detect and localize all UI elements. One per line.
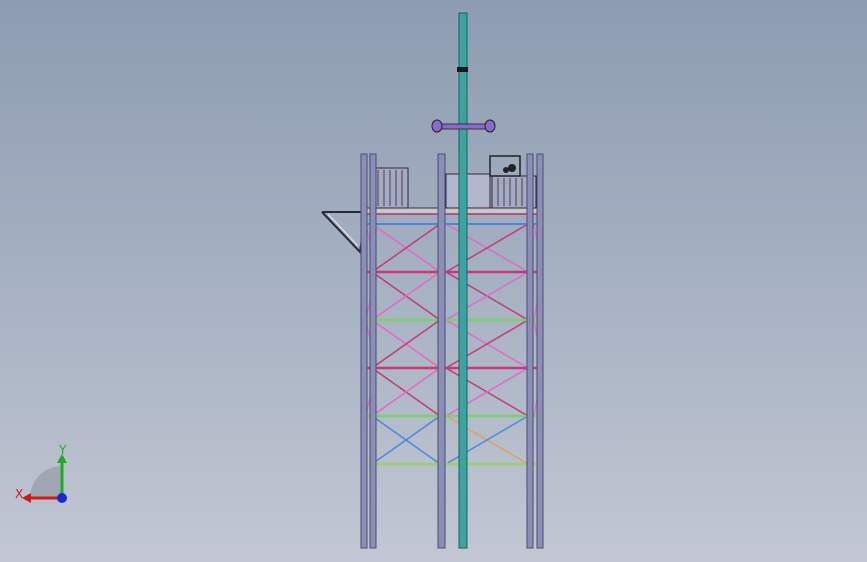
triad-plane-shade — [30, 466, 62, 498]
graphics-viewport[interactable]: Y X — [0, 0, 867, 562]
left-bracket — [321, 211, 368, 255]
z-axis-dot — [57, 493, 67, 503]
tower-model[interactable] — [0, 0, 867, 562]
equipment-cabinet-left — [371, 167, 409, 209]
central-mast — [457, 12, 468, 549]
lattice-bracing — [365, 223, 543, 465]
horizontal-beams — [366, 223, 542, 466]
platform-deck — [364, 207, 544, 215]
orientation-triad[interactable]: Y X — [10, 440, 80, 510]
y-axis-label: Y — [58, 443, 67, 457]
x-axis-label: X — [15, 487, 23, 501]
x-axis-arrowhead — [22, 493, 31, 503]
